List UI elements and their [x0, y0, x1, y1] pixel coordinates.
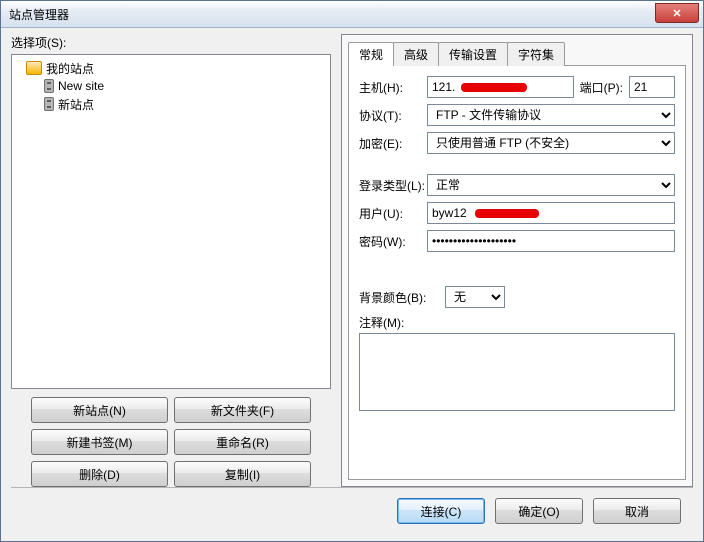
bgcolor-label: 背景颜色(B):: [359, 289, 439, 306]
close-button[interactable]: ✕: [655, 3, 699, 23]
tab-strip: 常规 高级 传输设置 字符集: [348, 41, 686, 66]
port-label: 端口(P):: [580, 79, 623, 96]
logontype-select[interactable]: 正常: [427, 174, 675, 196]
logontype-label: 登录类型(L):: [359, 177, 421, 194]
redaction-mark: [475, 209, 539, 218]
new-folder-button[interactable]: 新文件夹(F): [174, 397, 311, 423]
folder-icon: [26, 61, 42, 75]
port-input[interactable]: [629, 76, 675, 98]
host-label: 主机(H):: [359, 79, 421, 96]
protocol-select[interactable]: FTP - 文件传输协议: [427, 104, 675, 126]
user-input[interactable]: [427, 202, 675, 224]
encryption-select[interactable]: 只使用普通 FTP (不安全): [427, 132, 675, 154]
rename-button[interactable]: 重命名(R): [174, 429, 311, 455]
site-tree[interactable]: 我的站点 New site 新站点: [11, 54, 331, 389]
cancel-button[interactable]: 取消: [593, 498, 681, 524]
tab-advanced[interactable]: 高级: [393, 42, 439, 66]
user-label: 用户(U):: [359, 205, 421, 222]
tree-item[interactable]: 新站点: [18, 95, 324, 113]
protocol-label: 协议(T):: [359, 107, 421, 124]
tree-root[interactable]: 我的站点: [18, 59, 324, 77]
redaction-mark: [461, 83, 527, 92]
new-bookmark-button[interactable]: 新建书签(M): [31, 429, 168, 455]
tree-item[interactable]: New site: [18, 77, 324, 95]
server-icon: [44, 97, 54, 111]
server-icon: [44, 79, 54, 93]
copy-button[interactable]: 复制(I): [174, 461, 311, 487]
encryption-label: 加密(E):: [359, 135, 421, 152]
password-label: 密码(W):: [359, 233, 421, 250]
tree-root-label: 我的站点: [46, 60, 94, 77]
tree-item-label: 新站点: [58, 96, 94, 113]
ok-button[interactable]: 确定(O): [495, 498, 583, 524]
password-input[interactable]: [427, 230, 675, 252]
close-icon: ✕: [672, 7, 681, 20]
tree-item-label: New site: [58, 79, 104, 93]
new-site-button[interactable]: 新站点(N): [31, 397, 168, 423]
connect-button[interactable]: 连接(C): [397, 498, 485, 524]
tab-general[interactable]: 常规: [348, 42, 394, 66]
tab-charset[interactable]: 字符集: [507, 42, 565, 66]
bgcolor-select[interactable]: 无: [445, 286, 505, 308]
notes-label: 注释(M):: [359, 314, 439, 331]
window-title: 站点管理器: [5, 6, 69, 23]
tab-transfer[interactable]: 传输设置: [438, 42, 508, 66]
title-bar: 站点管理器 ✕: [1, 1, 703, 28]
notes-textarea[interactable]: [359, 333, 675, 411]
delete-button[interactable]: 删除(D): [31, 461, 168, 487]
select-entry-label: 选择项(S):: [11, 34, 331, 51]
